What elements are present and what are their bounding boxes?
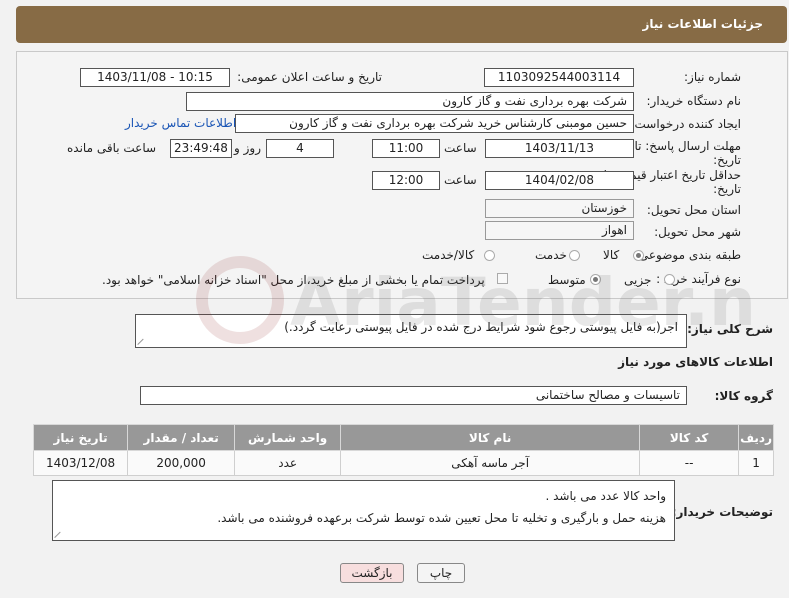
- goods-group-field[interactable]: تاسیسات و مصالح ساختمانی: [140, 386, 687, 405]
- remaining-time-field[interactable]: 23:49:48: [170, 139, 232, 158]
- category-service-label: خدمت: [535, 248, 567, 262]
- city-field[interactable]: اهواز: [485, 221, 634, 240]
- city-label: شهر محل تحویل:: [654, 225, 741, 239]
- deadline-date-field[interactable]: 1403/11/13: [485, 139, 634, 158]
- resize-grip-icon[interactable]: [55, 530, 63, 538]
- goods-section-title: اطلاعات کالاهای مورد نیاز: [618, 355, 773, 369]
- validity-time-label: ساعت: [444, 173, 477, 187]
- validity-date-field[interactable]: 1404/02/08: [485, 171, 634, 190]
- cell-code: --: [639, 450, 740, 476]
- col-name-header: نام کالا: [340, 424, 641, 451]
- validity-label-2: تاریخ:: [713, 182, 741, 196]
- treasury-payment-checkbox[interactable]: [497, 273, 508, 284]
- process-partial-label: جزیی: [624, 273, 652, 287]
- description-label: شرح کلی نیاز:: [687, 322, 773, 336]
- print-button[interactable]: چاپ: [417, 563, 465, 583]
- col-row-header: ردیف: [738, 424, 774, 451]
- back-button[interactable]: بازگشت: [340, 563, 404, 583]
- remaining-label: ساعت باقی مانده: [67, 141, 157, 155]
- page-header: جزئیات اطلاعات نیاز: [16, 6, 787, 43]
- validity-time-field[interactable]: 12:00: [372, 171, 440, 190]
- cell-qty: 200,000: [127, 450, 236, 476]
- cell-date: 1403/12/08: [32, 450, 129, 476]
- category-goods-service-radio[interactable]: [484, 250, 495, 261]
- category-goods-radio[interactable]: [633, 250, 644, 261]
- goods-group-label: گروه کالا:: [714, 389, 773, 403]
- description-text: اجر(به فایل پیوستی رجوع شود شرایط درج شد…: [284, 320, 678, 334]
- col-unit-header: واحد شمارش: [234, 424, 342, 451]
- cell-name: آجر ماسه آهکی: [340, 450, 641, 476]
- requester-label: ایجاد کننده درخواست:: [630, 117, 741, 131]
- province-label: استان محل تحویل:: [646, 203, 741, 217]
- treasury-payment-label: پرداخت تمام یا بخشی از مبلغ خرید،از محل …: [102, 273, 485, 287]
- page-title: جزئیات اطلاعات نیاز: [642, 17, 763, 31]
- deadline-label-2: تاریخ:: [713, 153, 741, 167]
- contact-info-link[interactable]: اطلاعات تماس خریدار: [125, 116, 236, 130]
- category-service-radio[interactable]: [569, 250, 580, 261]
- category-goods-label: کالا: [603, 248, 620, 262]
- process-partial-radio[interactable]: [664, 274, 675, 285]
- need-number-label: شماره نیاز:: [684, 70, 741, 84]
- deadline-time-label: ساعت: [444, 141, 477, 155]
- process-medium-label: متوسط: [548, 273, 586, 287]
- deadline-label: مهلت ارسال پاسخ: تا: [634, 139, 741, 153]
- process-medium-radio[interactable]: [590, 274, 601, 285]
- category-goods-service-label: کالا/خدمت: [422, 248, 475, 262]
- buyer-notes-line-1: واحد کالا عدد می باشد .: [545, 489, 666, 503]
- col-qty-header: تعداد / مقدار: [127, 424, 236, 451]
- table-header-row: ردیف کد کالا نام کالا واحد شمارش تعداد /…: [32, 424, 774, 451]
- category-label: طبقه بندی موضوعی:: [634, 248, 741, 262]
- days-label: روز و: [234, 141, 261, 155]
- buyer-org-field[interactable]: شرکت بهره برداری نفت و گاز کارون: [186, 92, 634, 111]
- goods-table: ردیف کد کالا نام کالا واحد شمارش تعداد /…: [32, 424, 774, 476]
- description-textarea[interactable]: اجر(به فایل پیوستی رجوع شود شرایط درج شد…: [135, 314, 687, 348]
- province-field[interactable]: خوزستان: [485, 199, 634, 218]
- resize-grip-icon[interactable]: [138, 337, 146, 345]
- buyer-notes-textarea[interactable]: واحد کالا عدد می باشد . هزینه حمل و بارگ…: [52, 480, 675, 541]
- col-date-header: تاریخ نیاز: [32, 424, 129, 451]
- buyer-notes-line-2: هزینه حمل و بارگیری و تخلیه تا محل تعیین…: [217, 511, 666, 525]
- col-code-header: کد کالا: [639, 424, 740, 451]
- requester-field[interactable]: حسین مومبنی کارشناس خرید شرکت بهره بردار…: [235, 114, 634, 133]
- buyer-org-label: نام دستگاه خریدار:: [646, 94, 742, 108]
- announce-field[interactable]: 1403/11/08 - 10:15: [80, 68, 230, 87]
- days-field[interactable]: 4: [266, 139, 334, 158]
- buyer-notes-label: توضیحات خریدار:: [671, 505, 773, 519]
- need-number-field[interactable]: 1103092544003114: [484, 68, 634, 87]
- cell-unit: عدد: [234, 450, 342, 476]
- cell-row: 1: [738, 450, 774, 476]
- table-row[interactable]: 1 -- آجر ماسه آهکی عدد 200,000 1403/12/0…: [32, 450, 774, 476]
- deadline-time-field[interactable]: 11:00: [372, 139, 440, 158]
- announce-label: تاریخ و ساعت اعلان عمومی:: [237, 70, 382, 84]
